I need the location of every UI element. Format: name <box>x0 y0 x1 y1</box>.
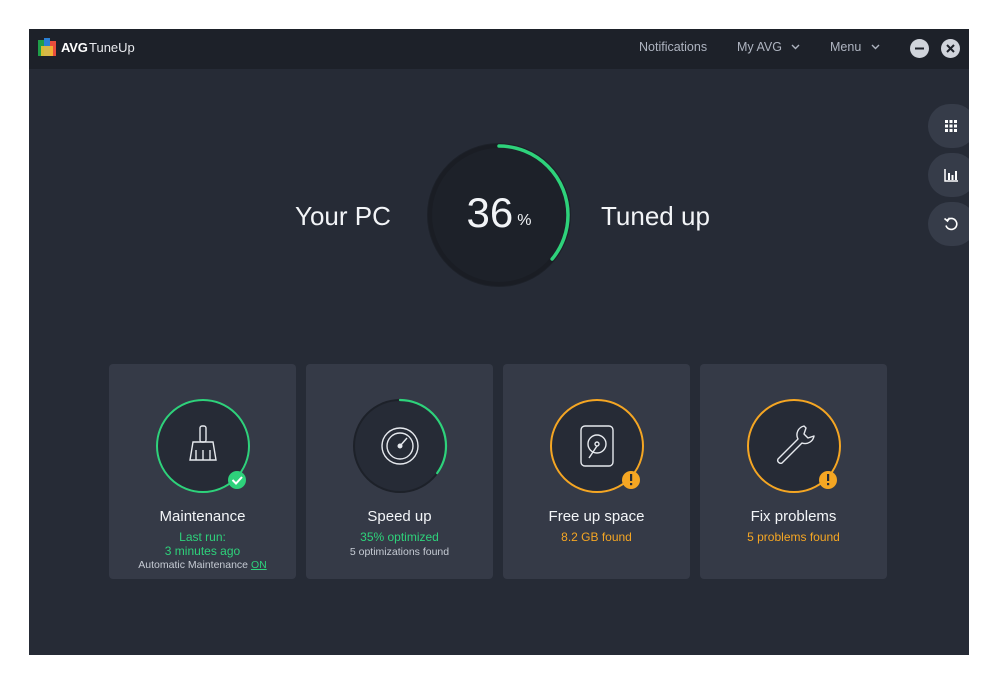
automatic-maintenance-label: Automatic Maintenance <box>138 559 249 571</box>
fix-problems-card[interactable]: Fix problems 5 problems found <box>700 364 887 579</box>
tuneup-unit: % <box>517 212 532 229</box>
automatic-maintenance-status: Automatic Maintenance ON <box>109 559 296 571</box>
speed-up-ring <box>352 398 448 494</box>
automatic-maintenance-toggle-link[interactable]: ON <box>251 559 267 571</box>
chevron-down-icon <box>791 44 800 50</box>
maintenance-card[interactable]: Maintenance Last run: 3 minutes ago Auto… <box>109 364 296 579</box>
last-run-label: Last run: <box>179 530 226 544</box>
tuneup-value: 36 <box>466 189 514 236</box>
space-found: 8.2 GB found <box>561 530 632 544</box>
minimize-icon <box>915 47 924 50</box>
menu-label: Menu <box>830 40 862 54</box>
speedometer-icon <box>381 427 419 465</box>
apps-button[interactable] <box>928 104 969 148</box>
problems-found: 5 problems found <box>747 530 840 544</box>
app-name: TuneUp <box>89 40 135 55</box>
card-title: Free up space <box>548 508 645 525</box>
title-bar: AVG TuneUp Notifications My AVG Menu <box>29 29 969 69</box>
hero-right-label: Tuned up <box>601 201 710 231</box>
undo-icon <box>943 217 958 231</box>
fix-problems-ring <box>747 399 841 493</box>
card-title: Fix problems <box>750 508 837 525</box>
warning-icon <box>630 474 633 486</box>
speed-up-card[interactable]: Speed up 35% optimized 5 optimizations f… <box>306 364 493 579</box>
statistics-button[interactable] <box>928 153 969 197</box>
my-avg-menu[interactable]: My AVG <box>737 40 800 54</box>
app-window: AVG TuneUp Notifications My AVG Menu You… <box>29 29 969 655</box>
maintenance-ring <box>156 399 250 493</box>
apps-grid-icon <box>945 120 957 132</box>
notifications-link[interactable]: Notifications <box>639 40 707 54</box>
optimizations-found: 5 optimizations found <box>349 546 450 558</box>
last-run-time: 3 minutes ago <box>164 544 241 558</box>
optimized-percentage: 35% optimized <box>360 530 439 544</box>
tuneup-percentage: 36% <box>425 189 573 237</box>
warning-icon <box>827 474 830 486</box>
hero-left-label: Your PC <box>295 201 391 231</box>
close-button[interactable] <box>941 39 960 58</box>
my-avg-label: My AVG <box>737 40 782 54</box>
bar-chart-icon <box>944 169 958 182</box>
close-icon <box>946 44 955 53</box>
avg-logo-icon <box>38 38 56 56</box>
undo-button[interactable] <box>928 202 969 246</box>
chevron-down-icon <box>871 44 880 50</box>
minimize-button[interactable] <box>910 39 929 58</box>
main-menu[interactable]: Menu <box>830 40 880 54</box>
free-up-space-card[interactable]: Free up space 8.2 GB found <box>503 364 690 579</box>
card-title: Speed up <box>367 508 432 525</box>
card-title: Maintenance <box>159 508 246 525</box>
brand-name: AVG <box>61 40 88 55</box>
free-up-space-ring <box>550 399 644 493</box>
